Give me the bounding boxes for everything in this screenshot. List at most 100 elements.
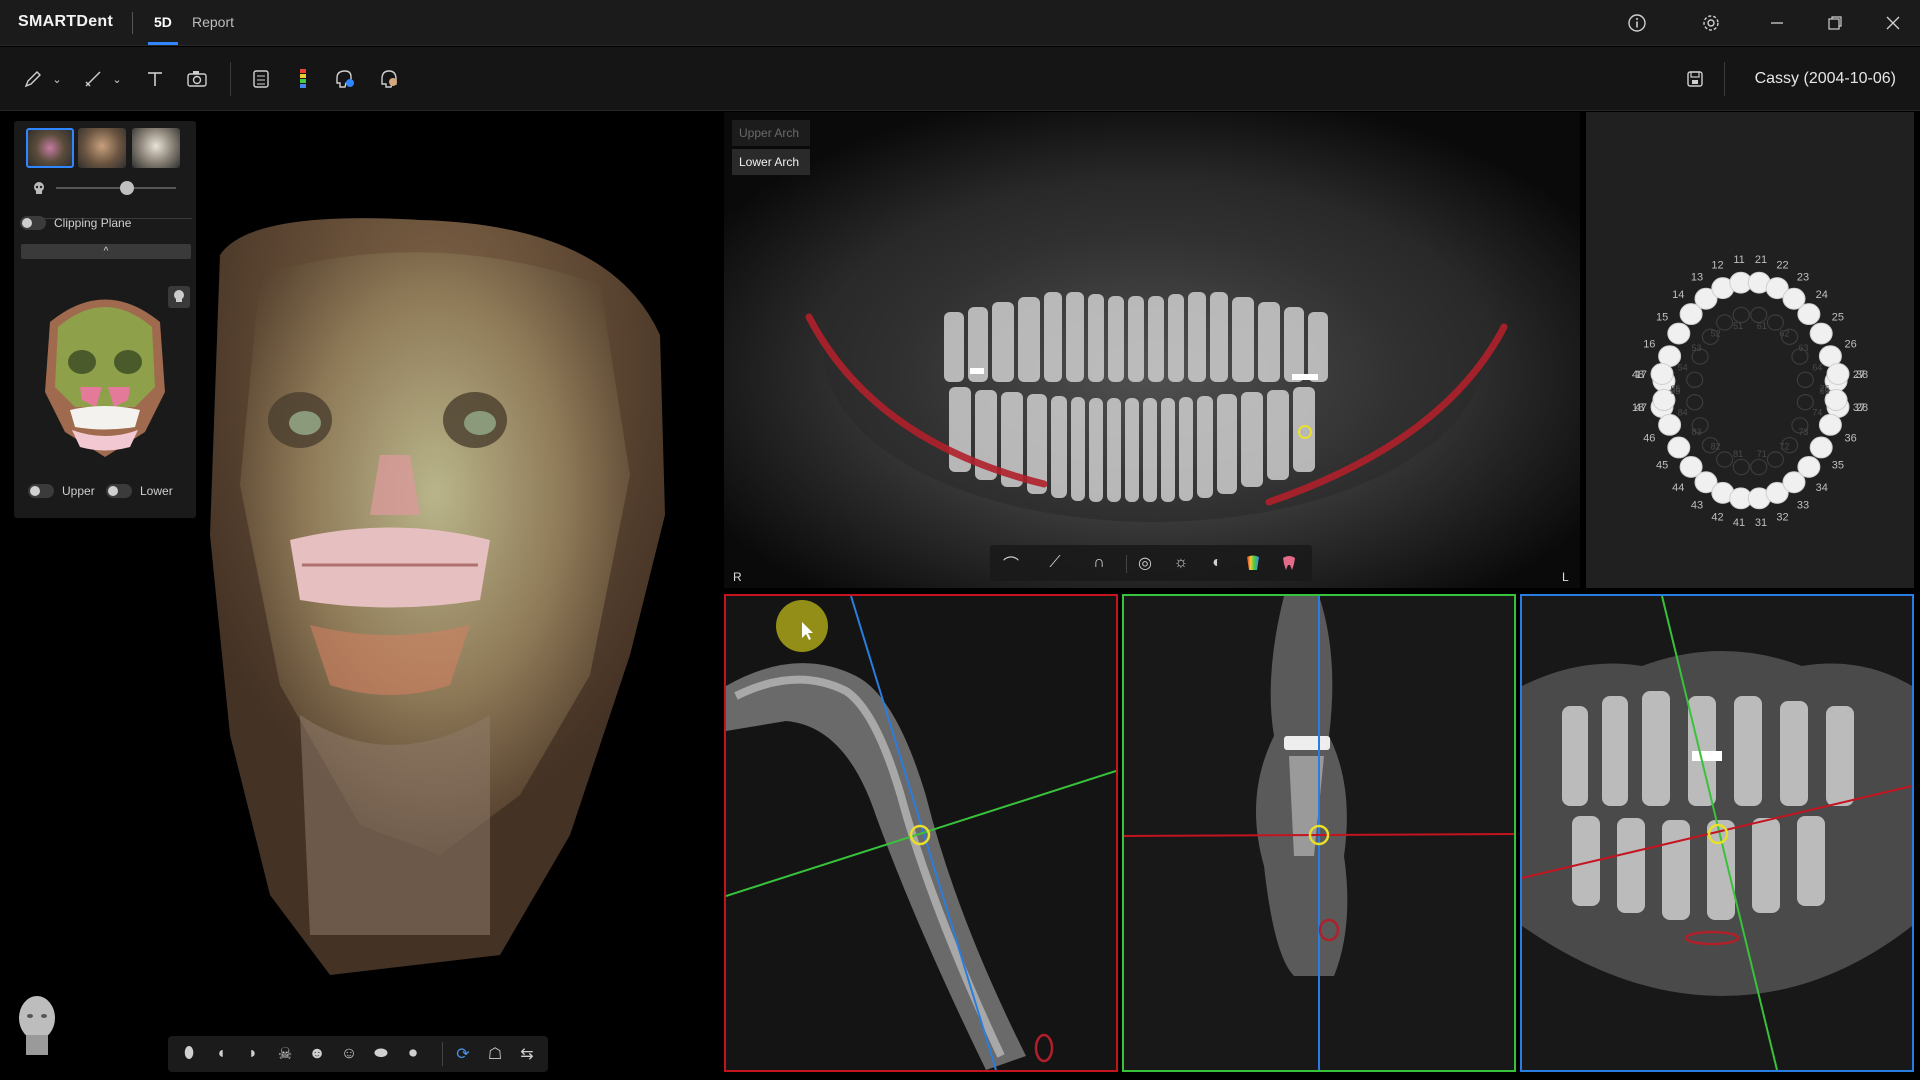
skull-right-icon[interactable]: ☺ (336, 1042, 362, 1066)
lower-jaw-label: Lower (140, 484, 173, 498)
tooth-number: 38 (1856, 369, 1868, 381)
tooth-61[interactable]: 61 (1750, 306, 1768, 331)
tooth-number: 36 (1845, 433, 1857, 445)
tooth-segment-icon[interactable] (332, 66, 358, 92)
skull-left-icon[interactable]: ☻ (304, 1042, 330, 1066)
upper-arch-button[interactable]: Upper Arch (732, 120, 810, 146)
tooth-number: 26 (1845, 338, 1857, 350)
skull-region-selector[interactable] (30, 282, 180, 472)
tooth-number: 61 (1757, 321, 1767, 331)
tooth-number: 74 (1812, 407, 1822, 417)
view-left-icon[interactable]: ◖ (208, 1042, 234, 1066)
right-side-marker: R (733, 570, 742, 584)
chevron-down-icon[interactable]: ⌄ (50, 66, 64, 92)
tooth-number: 44 (1672, 482, 1684, 494)
tooth-82[interactable]: 82 (1711, 441, 1734, 468)
opacity-slider-handle[interactable] (120, 181, 134, 195)
tooth-number: 25 (1832, 311, 1844, 323)
tooth-number: 11 (1733, 254, 1744, 266)
reset-view-icon[interactable]: ☖ (482, 1042, 508, 1066)
tangential-slice-view[interactable] (1520, 594, 1914, 1072)
brightness-icon[interactable]: ☼ (1168, 551, 1194, 575)
render-mode-thumbnail-3[interactable] (132, 128, 180, 168)
opacity-slider-track[interactable] (56, 187, 176, 189)
tooth-71[interactable]: 71 (1750, 449, 1768, 476)
info-icon[interactable] (1624, 10, 1650, 36)
axial-slice-view[interactable] (724, 594, 1118, 1072)
upper-jaw-toggle[interactable] (28, 484, 54, 498)
view-bottom-icon[interactable]: ⏺ (400, 1042, 426, 1066)
text-icon[interactable] (142, 66, 168, 92)
save-icon[interactable] (1682, 66, 1708, 92)
render-mode-thumbnail-1[interactable] (26, 128, 74, 168)
tooth-number: 13 (1691, 272, 1703, 284)
nerve-trace-icon[interactable]: ⟋ (1042, 551, 1068, 575)
tooth-number: 46 (1643, 433, 1655, 445)
restore-icon[interactable] (1822, 10, 1848, 36)
tooth-number: 82 (1711, 441, 1721, 451)
app-logo: SMARTDent (18, 13, 114, 30)
tooth-number: 42 (1711, 511, 1723, 523)
draw-pen-icon[interactable] (20, 66, 46, 92)
tooth-64[interactable]: 64 (1791, 348, 1822, 373)
panoramic-view[interactable] (724, 112, 1580, 588)
measure-line-icon[interactable] (80, 66, 106, 92)
face-3d-render[interactable] (190, 215, 670, 985)
tooth-number: 14 (1672, 289, 1684, 301)
render-mode-thumbnail-2[interactable] (78, 128, 126, 168)
tooth-62[interactable]: 62 (1766, 314, 1789, 339)
tooth-number: 83 (1692, 427, 1702, 437)
tooth-11[interactable]: 11 (1729, 254, 1753, 294)
view-front-icon[interactable]: ⬮ (176, 1042, 202, 1066)
color-map-icon[interactable] (1240, 551, 1266, 575)
tooth-color-icon[interactable] (1276, 551, 1302, 575)
tooth-number: 22 (1776, 260, 1788, 272)
chevron-down-icon[interactable]: ⌄ (110, 66, 124, 92)
arch-curve-icon[interactable]: ⌒ (998, 551, 1024, 575)
collapse-button[interactable]: ^ (21, 244, 191, 259)
panorama-icon[interactable] (248, 66, 274, 92)
tooth-23[interactable]: 23 (1782, 272, 1809, 310)
tab-5d[interactable]: 5D (154, 14, 172, 30)
left-side-marker: L (1562, 570, 1569, 584)
tooth-number: 37 (1853, 402, 1865, 414)
mirror-view-icon[interactable]: ⇆ (514, 1042, 540, 1066)
tooth-number: 24 (1816, 289, 1828, 301)
upper-jaw-label: Upper (62, 484, 95, 498)
tooth-number: 48 (1632, 369, 1644, 381)
view-right-icon[interactable]: ◗ (240, 1042, 266, 1066)
lower-arch-button[interactable]: Lower Arch (732, 149, 810, 175)
color-bar-icon[interactable] (290, 66, 316, 92)
tooth-number: 72 (1779, 441, 1789, 451)
skull-icon[interactable]: ☠ (272, 1042, 298, 1066)
view-top-icon[interactable]: ⬬ (368, 1042, 394, 1066)
tooth-number: 43 (1691, 499, 1703, 511)
tooth-41[interactable]: 41 (1729, 487, 1753, 529)
settings-icon[interactable] (1698, 10, 1724, 36)
tooth-52[interactable]: 52 (1711, 314, 1734, 339)
rotate-view-icon[interactable]: ⟳ (450, 1042, 476, 1066)
tooth-number: 64 (1812, 363, 1822, 373)
lower-jaw-toggle[interactable] (106, 484, 132, 498)
tooth-51[interactable]: 51 (1732, 306, 1750, 331)
toolbar (0, 47, 1920, 111)
face-scan-icon[interactable] (376, 66, 402, 92)
tooth-number: 47 (1635, 402, 1647, 414)
arch-edit-icon[interactable]: ∩ (1086, 551, 1112, 575)
tooth-number: 63 (1798, 343, 1808, 353)
minimize-icon[interactable] (1764, 10, 1790, 36)
orientation-head-icon[interactable] (12, 990, 62, 1060)
close-icon[interactable] (1880, 10, 1906, 36)
layers-icon[interactable]: ◎ (1132, 551, 1158, 575)
contrast-icon[interactable]: ◐ (1204, 551, 1230, 575)
tab-report[interactable]: Report (192, 14, 234, 30)
camera-icon[interactable] (184, 66, 210, 92)
cross-section-view[interactable] (1122, 594, 1516, 1072)
tooth-81[interactable]: 81 (1732, 449, 1750, 476)
tooth-74[interactable]: 74 (1791, 407, 1822, 434)
clipping-plane-toggle[interactable] (20, 216, 46, 230)
tooth-72[interactable]: 72 (1766, 441, 1789, 468)
tooth-75[interactable]: 75 (1796, 384, 1830, 411)
tooth-85[interactable]: 85 (1670, 384, 1704, 411)
divider (1126, 555, 1127, 573)
